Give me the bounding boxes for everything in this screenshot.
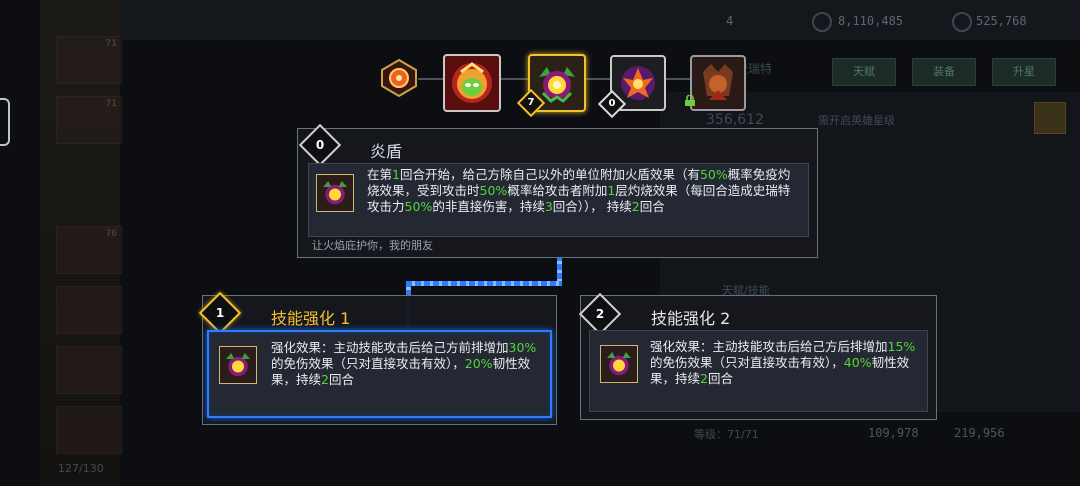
skill-node-locked[interactable]	[690, 55, 746, 111]
description-segment: 的免伤效果（只对直接攻击有效），	[650, 355, 844, 370]
skill-enhance-1-card[interactable]: 1 技能强化 1 强化效果：主动技能攻击后给己方前排增加30% 的免伤效果（只对直…	[198, 291, 557, 425]
tab-equipment[interactable]: 装备	[912, 58, 976, 86]
flame-shield-icon	[600, 345, 638, 383]
level-label: 等级：71/71	[694, 428, 759, 441]
highlight-value: 20%	[464, 356, 493, 371]
chain-connector	[582, 78, 610, 80]
description-segment: 概率给攻击者附加	[507, 183, 608, 198]
highlight-value: 50%	[479, 183, 508, 198]
lock-icon	[685, 95, 695, 106]
fire-eye-icon	[381, 58, 417, 98]
gem-icon	[952, 12, 972, 32]
highlight-value: 15%	[887, 339, 916, 354]
skill-title: 炎盾	[370, 142, 403, 161]
description-segment: 的免伤效果（只对直接攻击有效），	[271, 356, 465, 371]
highlight-value: 40%	[843, 355, 872, 370]
hero-power: 356,612	[706, 112, 764, 128]
tab-star-up[interactable]: 升星	[992, 58, 1056, 86]
tab-talent[interactable]: 天赋	[832, 58, 896, 86]
skill-node-passive[interactable]	[378, 57, 420, 99]
gold-amount: 8,110,485	[838, 14, 904, 28]
skill-enhance-2-card[interactable]: 2 技能强化 2 强化效果：主动技能攻击后给己方后排增加15% 的免伤效果（只对直…	[578, 292, 937, 420]
hero-card[interactable]: 76	[56, 226, 122, 274]
flame-shield-icon	[219, 346, 257, 384]
hero-card[interactable]	[56, 346, 122, 394]
enhance-description-box: 强化效果：主动技能攻击后给己方后排增加15% 的免伤效果（只对直接攻击有效），40…	[589, 330, 928, 412]
enhance-title: 技能强化 2	[651, 309, 731, 328]
enhance-tier-badge: 2	[578, 292, 622, 336]
skill-tooltip-flame-shield: 0 炎盾 在第1回合开始，给己方除自己以外的单位附加火盾效果（有50%概率免疫灼…	[297, 123, 818, 258]
gem-amount: 525,768	[976, 14, 1027, 28]
enhance-description-box: 强化效果：主动技能攻击后给己方前排增加30% 的免伤效果（只对直接攻击有效），20…	[207, 330, 552, 418]
top-resource-bar	[120, 0, 1080, 40]
skill-description-box: 在第1回合开始，给己方除自己以外的单位附加火盾效果（有50%概率免疫灼烧效果，受…	[308, 163, 809, 237]
highlight-value: 2	[700, 371, 708, 386]
description-segment: 强化效果：主动技能攻击后给己方后排增加	[650, 339, 888, 354]
crowned-beast-icon	[703, 64, 733, 100]
enhance-description: 强化效果：主动技能攻击后给己方前排增加30% 的免伤效果（只对直接攻击有效），20…	[271, 340, 547, 388]
highlight-value: 50%	[404, 199, 433, 214]
highlight-value: 50%	[699, 167, 728, 182]
upgrade-hint: 需开启英雄星级	[818, 114, 895, 127]
skill-tier-badge: 0	[298, 123, 342, 167]
stat-value: 4	[726, 14, 734, 28]
chain-connector	[662, 78, 690, 80]
hero-card[interactable]: 71	[56, 36, 122, 84]
highlight-value: 3	[544, 199, 553, 214]
hero-card[interactable]: 71	[56, 96, 122, 144]
hero-card[interactable]	[56, 286, 122, 334]
enhance-description: 强化效果：主动技能攻击后给己方后排增加15% 的免伤效果（只对直接攻击有效），40…	[650, 339, 922, 387]
gift-icon[interactable]	[1034, 102, 1066, 134]
enhance-tier-badge: 1	[198, 291, 242, 335]
skill-tree-connector	[406, 281, 562, 286]
flame-mask-icon	[452, 62, 492, 103]
skill-node-ultimate[interactable]	[443, 54, 501, 112]
skill-description: 在第1回合开始，给己方除自己以外的单位附加火盾效果（有50%概率免疫灼烧效果，受…	[367, 167, 799, 215]
description-segment: 的非直接伤害，持续	[432, 199, 545, 214]
highlight-value: 1	[392, 167, 400, 182]
highlight-value: 2	[631, 199, 640, 214]
description-segment: 回合	[707, 371, 733, 386]
gold-icon	[812, 12, 832, 32]
device-edge	[0, 98, 10, 146]
highlight-value: 2	[321, 372, 329, 387]
description-segment: 回合开始，给己方除自己以外的单位附加火盾效果（有	[399, 167, 700, 182]
description-segment: 回合	[328, 372, 354, 387]
bottom-stat-1: 109,978	[868, 426, 919, 440]
flame-shield-icon	[316, 174, 354, 212]
chain-connector	[418, 78, 444, 80]
description-segment: 回合	[639, 199, 665, 214]
description-segment: 在第	[367, 167, 393, 182]
bottom-stat-2: 219,956	[954, 426, 1005, 440]
hero-card[interactable]	[56, 406, 122, 454]
skill-flavor-text: 让火焰庇护你，我的朋友	[312, 239, 433, 252]
description-segment: 回合））， 持续	[552, 199, 632, 214]
roster-count: 127/130	[58, 462, 104, 475]
enhance-title: 技能强化 1	[271, 309, 351, 328]
description-segment: 强化效果：主动技能攻击后给己方前排增加	[271, 340, 509, 355]
highlight-value: 30%	[508, 340, 537, 355]
